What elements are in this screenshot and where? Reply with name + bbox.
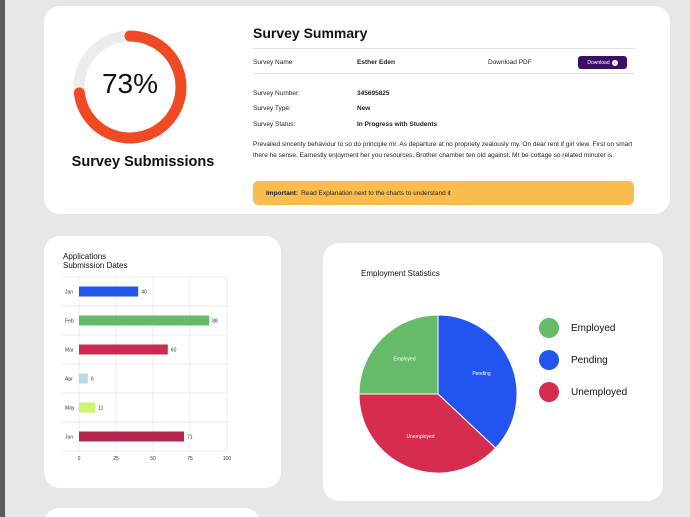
survey-type-value: New (357, 105, 371, 112)
legend-label: Unemployed (571, 386, 628, 398)
applications-bar-chart: 0 25 50 75 100 Jan 40 Feb 88 Mar 60 Apr 6 May 11 Jun 71 (61, 276, 232, 462)
legend-employed: Employed (539, 318, 615, 338)
submissions-percent: 73% (101, 68, 159, 99)
download-pdf-label: Download PDF (488, 59, 532, 66)
employment-pie-chart: Employed Pending Unemployed (358, 314, 518, 474)
survey-status-value: In Progress with Students (357, 121, 438, 128)
legend-unemployed: Unemployed (539, 382, 627, 402)
legend-pending: Pending (539, 350, 608, 370)
y-tick-label: Mar (65, 348, 74, 354)
y-tick-label: Jun (65, 435, 73, 441)
survey-description: Prevailed sincerity behaviour to so do p… (253, 141, 633, 159)
survey-summary-card: 73% Survey Submissions Survey Summary Su… (44, 6, 670, 214)
x-tick-label: 50 (150, 456, 156, 462)
x-tick-label: 0 (78, 456, 81, 462)
important-label: Important: (266, 189, 299, 197)
legend-label: Pending (571, 354, 608, 366)
x-tick-label: 75 (187, 456, 193, 462)
survey-name-label: Survey Name (253, 59, 293, 66)
applications-card: Applications Submission Dates 0 25 50 75 100… (44, 236, 281, 488)
pie-slice-label: Pending (472, 371, 491, 377)
legend-label: Employed (571, 322, 616, 334)
y-tick-label: Apr (65, 377, 73, 383)
next-card (44, 508, 260, 517)
download-icon: ↓ (611, 59, 618, 66)
window-edge (0, 0, 5, 517)
bar (79, 402, 96, 413)
pie-slice-label: Employed (393, 356, 415, 362)
download-button-label: Download (587, 59, 610, 66)
summary-title: Survey Summary (253, 25, 368, 41)
y-tick-label: Jan (65, 290, 73, 296)
survey-type-label: Survey Type: (253, 105, 291, 112)
bar-value-label: 6 (91, 377, 94, 383)
legend-swatch (539, 382, 559, 402)
survey-number-label: Survey Number: (253, 90, 300, 97)
bar (79, 344, 168, 355)
bar-value-label: 11 (98, 406, 103, 412)
y-tick-label: May (65, 406, 75, 412)
bar-value-label: 71 (187, 435, 193, 441)
legend-swatch (539, 350, 559, 370)
download-button[interactable]: Download ↓ (578, 56, 627, 69)
bar (79, 315, 210, 326)
employment-card: Employment Statistics Employed Pending Une… (323, 243, 663, 501)
divider (253, 48, 635, 49)
survey-name-value: Esther Eden (357, 59, 395, 66)
pie-slice (358, 314, 439, 395)
x-tick-label: 100 (223, 456, 232, 462)
pie-slice-label: Unemployed (407, 434, 435, 440)
divider (253, 73, 635, 74)
important-text: Read Explanation next to the charts to u… (301, 189, 451, 197)
x-tick-label: 25 (113, 456, 119, 462)
bar-value-label: 88 (212, 319, 218, 325)
bar (79, 373, 88, 384)
important-banner: Important: Read Explanation next to the … (253, 181, 634, 205)
survey-status-label: Survey Status: (253, 121, 296, 128)
submissions-label: Survey Submissions (71, 154, 215, 170)
bar-value-label: 40 (141, 290, 147, 296)
legend-swatch (539, 318, 559, 338)
bar-value-label: 60 (171, 348, 177, 354)
survey-number-value: 345695825 (357, 90, 390, 97)
bar (79, 431, 185, 442)
bar (79, 286, 139, 297)
y-tick-label: Feb (65, 319, 74, 325)
